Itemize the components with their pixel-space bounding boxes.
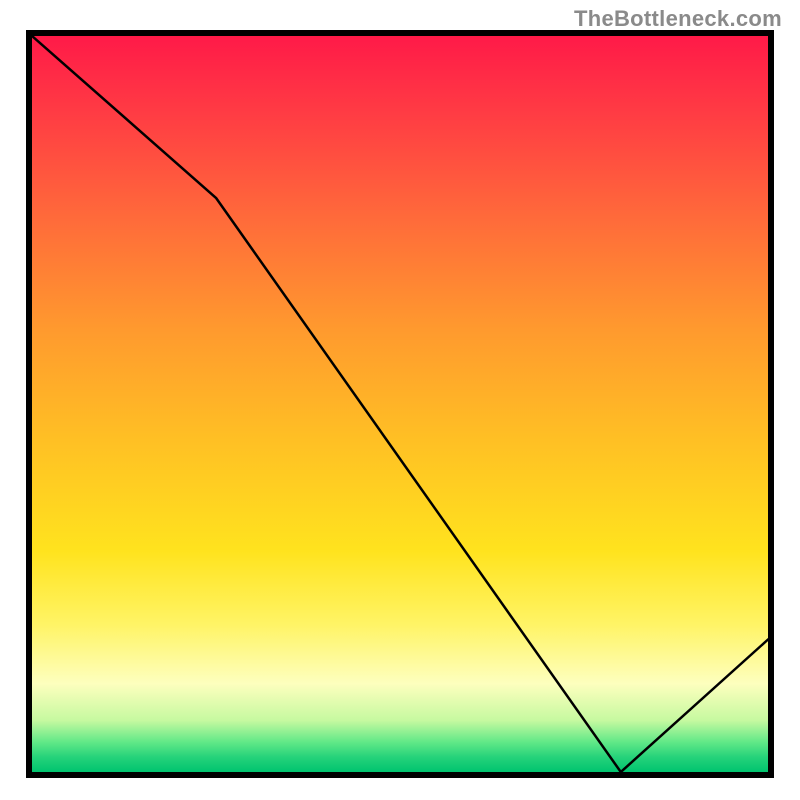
attribution-text: TheBottleneck.com: [574, 6, 782, 32]
chart-line: [32, 36, 768, 772]
chart-frame: [26, 30, 774, 778]
